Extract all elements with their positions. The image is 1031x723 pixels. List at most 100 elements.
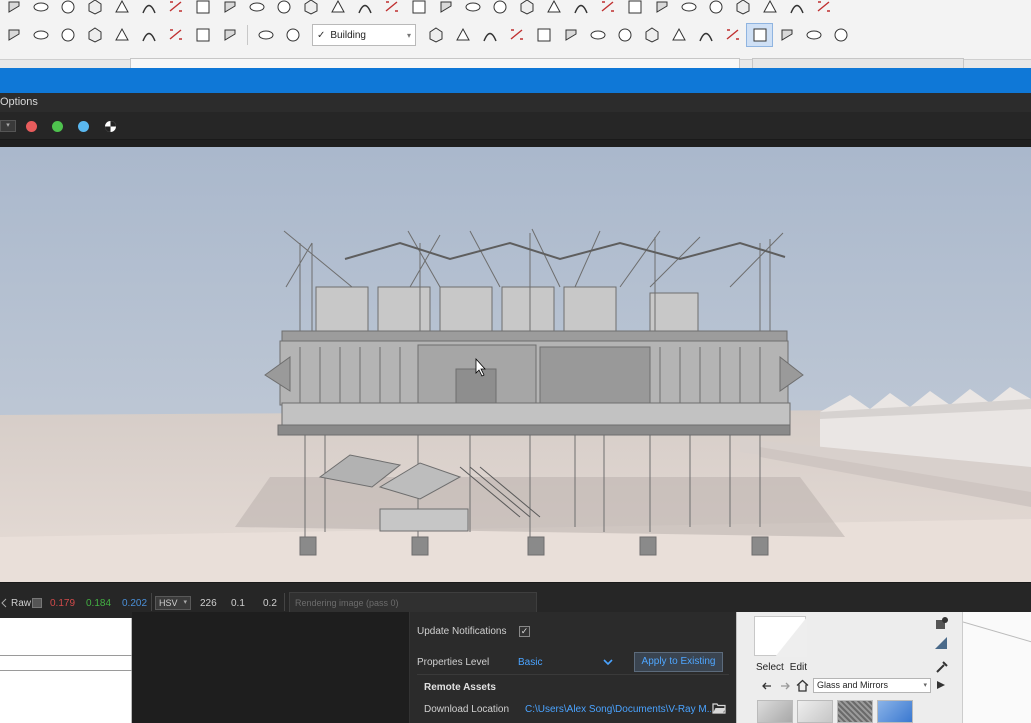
- shape-polyhedron-button[interactable]: [665, 23, 692, 47]
- vray-asset-editor-icon: [806, 30, 821, 40]
- shape-cube-button[interactable]: [422, 23, 449, 47]
- arc-button[interactable]: [0, 0, 27, 19]
- forward-arrow-icon[interactable]: [779, 680, 791, 692]
- create-material-icon[interactable]: [934, 616, 948, 630]
- protractor-button[interactable]: [162, 0, 189, 19]
- style-mono-icon: [601, 1, 614, 12]
- tab-select[interactable]: Select: [756, 662, 784, 673]
- pull-button[interactable]: [135, 23, 162, 47]
- extension-warehouse-button[interactable]: [810, 0, 837, 19]
- scale-tool-button[interactable]: [81, 23, 108, 47]
- download-location-path[interactable]: C:\Users\Alex Song\Documents\V-Ray M...: [525, 704, 711, 715]
- eyedropper-icon[interactable]: [935, 660, 949, 674]
- material-collection-dropdown[interactable]: Glass and Mirrors ▾: [813, 678, 931, 693]
- sandbox-button[interactable]: [648, 0, 675, 19]
- view-front-button[interactable]: [351, 0, 378, 19]
- sketchup-viewport-fragment-right[interactable]: [962, 612, 1031, 723]
- push-button[interactable]: [108, 23, 135, 47]
- material-swatch[interactable]: [837, 700, 873, 723]
- view-back-button[interactable]: [405, 0, 432, 19]
- red-channel-button[interactable]: [22, 117, 40, 135]
- sandbox-flip-button[interactable]: [783, 0, 810, 19]
- sketchup-viewport-fragment[interactable]: [0, 618, 132, 723]
- offset-button[interactable]: [27, 0, 54, 19]
- style-hidden-button[interactable]: [513, 0, 540, 19]
- vfb-title-bar[interactable]: [0, 68, 1031, 93]
- shape-pyramid-button[interactable]: [476, 23, 503, 47]
- curve-button[interactable]: [81, 0, 108, 19]
- shape-cylinder-button[interactable]: [503, 23, 530, 47]
- folder-icon[interactable]: [712, 702, 726, 714]
- chevron-down-icon[interactable]: [603, 657, 613, 667]
- arc-2pt-button[interactable]: [108, 0, 135, 19]
- push-pull-button[interactable]: [243, 0, 270, 19]
- render-view[interactable]: [0, 147, 1031, 582]
- apply-to-existing-button[interactable]: Apply to Existing: [634, 652, 723, 672]
- layer-dropdown[interactable]: ✓ Building ▾: [312, 24, 416, 46]
- shape-lathe-button[interactable]: [746, 23, 773, 47]
- raw-checkbox[interactable]: [32, 598, 42, 608]
- sandbox-drape-button[interactable]: [729, 0, 756, 19]
- shape-sphere-button[interactable]: [530, 23, 557, 47]
- view-iso-button[interactable]: [297, 0, 324, 19]
- shape-cone-button[interactable]: [557, 23, 584, 47]
- text-tool-button[interactable]: [135, 0, 162, 19]
- view-right-button[interactable]: [378, 0, 405, 19]
- default-material-icon[interactable]: [934, 636, 948, 650]
- back-arrow-icon[interactable]: [761, 680, 773, 692]
- offset-2-button[interactable]: [162, 23, 189, 47]
- home-icon[interactable]: [796, 679, 809, 692]
- vray-asset-editor-button[interactable]: [800, 23, 827, 47]
- paint-bucket-button[interactable]: [0, 23, 27, 47]
- style-shaded-button[interactable]: [540, 0, 567, 19]
- shape-parallelogram-button[interactable]: [279, 23, 306, 47]
- shape-torus-button[interactable]: [611, 23, 638, 47]
- sandbox-smoove-button[interactable]: [675, 0, 702, 19]
- shape-wedge-button[interactable]: [449, 23, 476, 47]
- green-channel-button[interactable]: [48, 117, 66, 135]
- view-left-button[interactable]: [432, 0, 459, 19]
- dimension-button[interactable]: [270, 0, 297, 19]
- material-swatch[interactable]: [757, 700, 793, 723]
- material-swatch[interactable]: [877, 700, 913, 723]
- geo-location-button[interactable]: [216, 23, 243, 47]
- follow-me-button[interactable]: [54, 0, 81, 19]
- model-edge: [0, 655, 132, 656]
- view-top-button[interactable]: [324, 0, 351, 19]
- alpha-channel-button[interactable]: [101, 117, 119, 135]
- tab-edit[interactable]: Edit: [790, 662, 807, 673]
- blue-channel-button[interactable]: [74, 117, 92, 135]
- axes-button[interactable]: [189, 0, 216, 19]
- section-button[interactable]: [216, 0, 243, 19]
- channel-dropdown[interactable]: ▾: [0, 120, 16, 132]
- asset-editor-list-area[interactable]: [132, 612, 410, 723]
- tape-measure-button[interactable]: [189, 23, 216, 47]
- shape-lathe-icon: [753, 28, 766, 42]
- tape-measure-icon: [196, 28, 209, 42]
- shape-magnet-button[interactable]: [773, 23, 800, 47]
- shape-polyhedron-icon: [671, 27, 686, 41]
- shape-geodesic-button[interactable]: [692, 23, 719, 47]
- style-mono-button[interactable]: [594, 0, 621, 19]
- style-wire-button[interactable]: [486, 0, 513, 19]
- vray-render-button[interactable]: [827, 23, 854, 47]
- material-swatch[interactable]: [797, 700, 833, 723]
- color-mode-dropdown[interactable]: HSV ▾: [155, 596, 191, 610]
- shape-ellipsoid-button[interactable]: [638, 23, 665, 47]
- sandbox-stamp-button[interactable]: [702, 0, 729, 19]
- remote-assets-header[interactable]: Remote Assets: [424, 682, 496, 693]
- menu-options[interactable]: Options: [0, 96, 38, 108]
- shape-dome-button[interactable]: [584, 23, 611, 47]
- style-xray-button[interactable]: [459, 0, 486, 19]
- protractor-icon: [169, 1, 182, 12]
- shape-blob-button[interactable]: [719, 23, 746, 47]
- properties-level-dropdown[interactable]: Basic: [518, 657, 542, 668]
- update-notifications-checkbox[interactable]: ✓: [519, 626, 530, 637]
- rotate-tool-button[interactable]: [54, 23, 81, 47]
- details-arrow-icon[interactable]: [935, 679, 947, 691]
- photo-texture-button[interactable]: [252, 23, 279, 47]
- sandbox-detail-button[interactable]: [756, 0, 783, 19]
- move-tool-button[interactable]: [27, 23, 54, 47]
- style-back-edges-button[interactable]: [621, 0, 648, 19]
- style-textured-button[interactable]: [567, 0, 594, 19]
